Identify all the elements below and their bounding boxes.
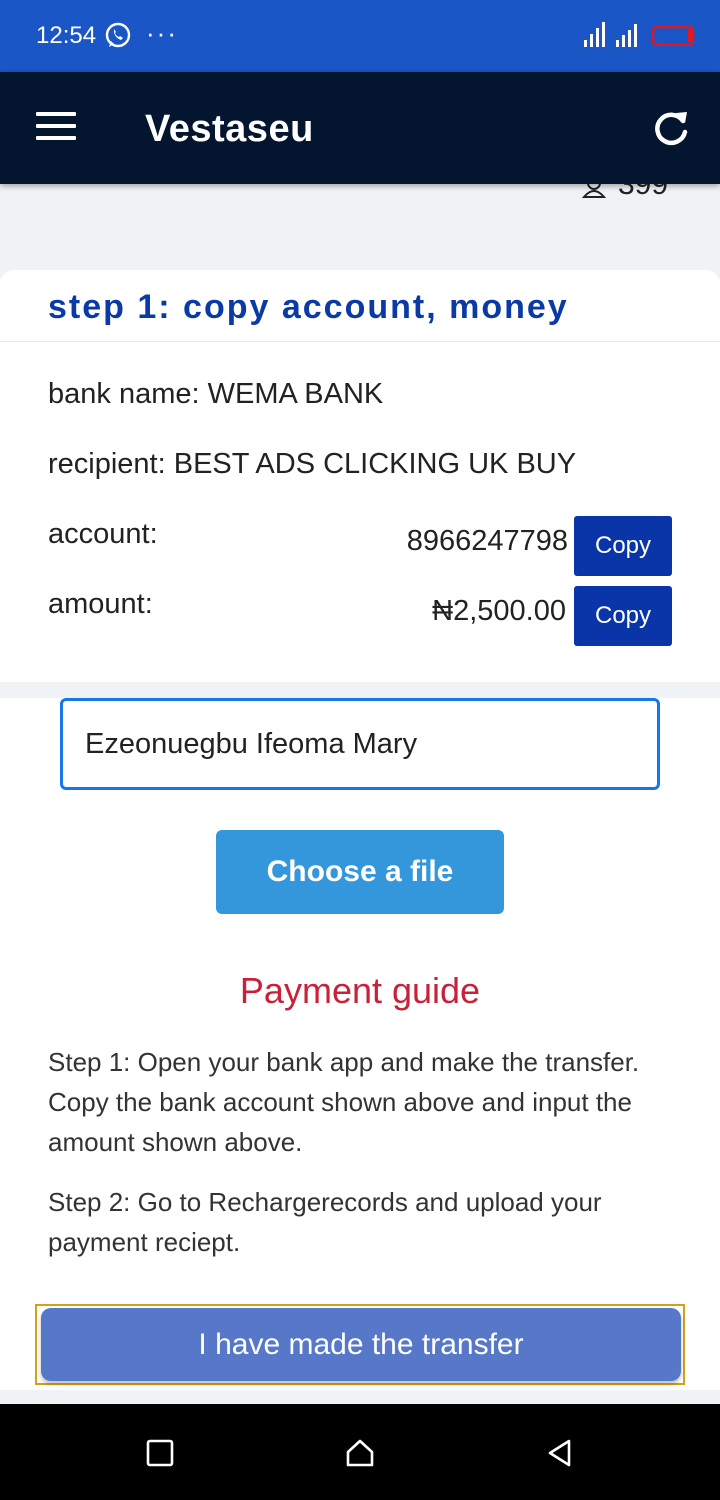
amount-value: ₦2,500.00 — [432, 595, 566, 627]
payment-guide-title: Payment guide — [239, 970, 481, 1011]
menu-icon[interactable] — [36, 112, 76, 142]
bank-name-text: bank name: WEMA BANK — [48, 378, 384, 410]
copy-amount-button[interactable]: Copy — [574, 586, 672, 646]
account-label: account: — [48, 518, 158, 550]
copy-account-button[interactable]: Copy — [574, 516, 672, 576]
app-title: Vestaseu — [145, 108, 314, 150]
status-time: 12:54 — [36, 22, 97, 49]
payment-card: step 1: copy account, money bank name: W… — [0, 270, 720, 1390]
recipient-text: recipient: BEST ADS CLICKING UK BUY — [48, 448, 577, 480]
guide-step-2: Step 2: Go to Rechargerecords and upload… — [48, 1187, 602, 1257]
transfer-button-focus-ring: I have made the transfer — [35, 1304, 685, 1385]
guide-step-1: Step 1: Open your bank app and make the … — [48, 1047, 640, 1157]
choose-file-button[interactable]: Choose a file — [216, 830, 504, 914]
status-bar: 12:54 ··· — [0, 0, 720, 72]
amount-label: amount: — [48, 588, 153, 620]
signal-icon — [584, 22, 637, 47]
app-bar: Vestaseu — [0, 72, 720, 184]
card-header: step 1: copy account, money — [0, 270, 720, 342]
system-nav-bar — [0, 1404, 720, 1500]
battery-low-icon — [652, 26, 695, 46]
whatsapp-icon — [105, 22, 131, 48]
step-heading: step 1: copy account, money — [48, 288, 569, 326]
refresh-icon[interactable] — [650, 108, 692, 150]
sender-name-input[interactable] — [60, 698, 660, 790]
section-divider — [0, 682, 720, 698]
back-icon[interactable] — [545, 1438, 575, 1468]
more-notifications-icon: ··· — [146, 18, 178, 48]
home-icon[interactable] — [345, 1438, 375, 1468]
account-value: 8966247798 — [406, 525, 568, 557]
made-transfer-button[interactable]: I have made the transfer — [41, 1308, 681, 1381]
recents-icon[interactable] — [145, 1438, 175, 1468]
